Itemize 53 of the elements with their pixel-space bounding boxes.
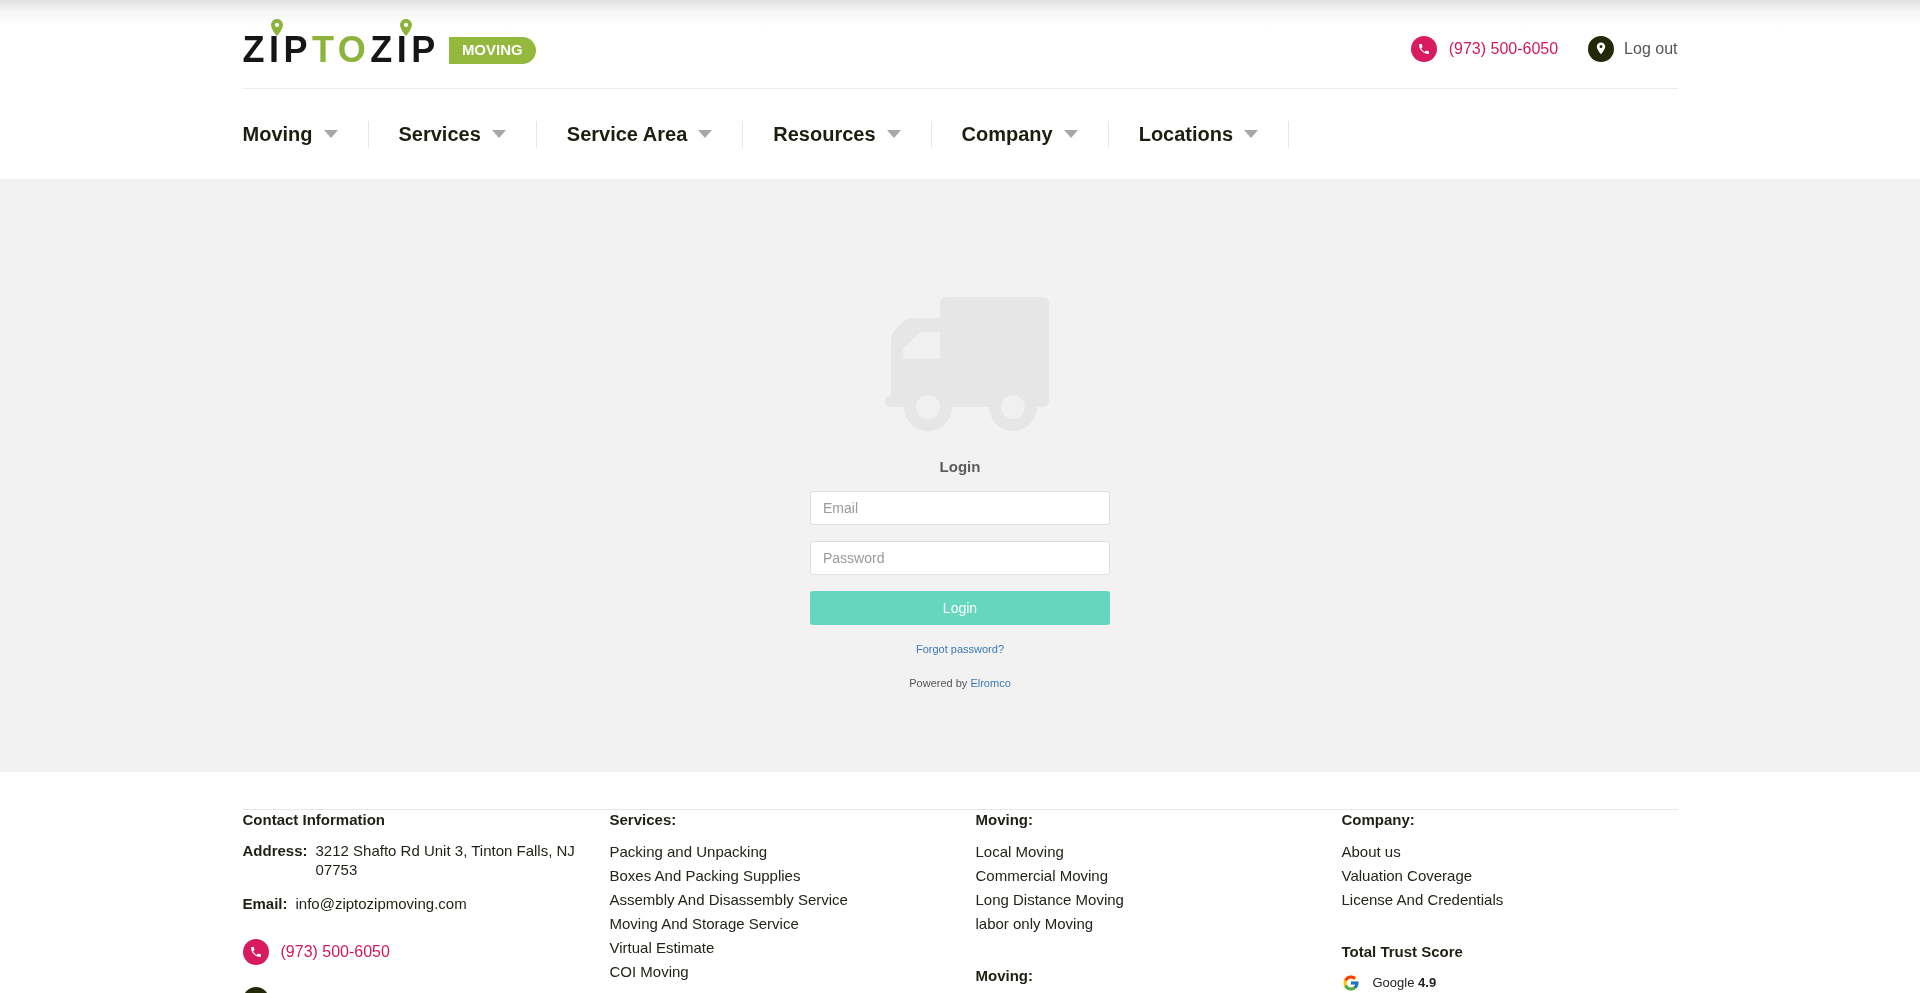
caret-down-icon [491, 130, 506, 138]
footer-link[interactable]: labor only Moving [975, 914, 1094, 934]
phone-icon [1410, 36, 1437, 62]
nav-menu-item[interactable]: Resources [773, 124, 901, 144]
phone-link[interactable]: (973) 500-6050 [1410, 36, 1559, 62]
footer-heading: Moving: [975, 810, 1034, 830]
contact-label: Email: [242, 894, 288, 913]
caret-down-icon [1063, 130, 1078, 138]
login-title: Login [939, 457, 981, 477]
nav-menu-item[interactable]: Company [961, 124, 1078, 144]
map-pin-icon [399, 19, 412, 36]
logout-link[interactable]: Log out [1588, 36, 1678, 62]
footer-link[interactable]: Assembly And Disassembly Service [609, 890, 848, 910]
caret-down-icon [323, 130, 338, 138]
footer-heading: Total Trust Score [1341, 942, 1464, 962]
footer-phone-link[interactable]: (973) 500-6050 [242, 939, 390, 965]
footer-link[interactable]: Packing and Unpacking [609, 842, 768, 862]
footer-link[interactable]: Boxes And Packing Supplies [609, 866, 801, 886]
footer-heading: Moving: [975, 966, 1034, 986]
footer-link[interactable]: Valuation Coverage [1341, 866, 1473, 886]
footer-link[interactable]: About us [1341, 842, 1401, 862]
contact-label: Address: [242, 841, 308, 860]
input-field[interactable]: Email [810, 491, 1110, 525]
footer-link[interactable]: License And Credentials [1341, 890, 1504, 910]
google-logo-icon [1341, 974, 1360, 992]
footer-link[interactable]: Local Moving [975, 842, 1064, 862]
footer-link[interactable]: Long Distance Moving [975, 890, 1124, 910]
footer-heading: Services: [609, 810, 678, 830]
forgot-password-link[interactable]: Forgot password? [915, 641, 1004, 657]
logo-text: ZIPTOZIP [242, 32, 440, 68]
footer-link[interactable]: Moving And Storage Service [609, 914, 799, 934]
review-score: Google 4.9 [1372, 974, 1437, 993]
elromco-link[interactable]: Elromco [970, 677, 1011, 689]
footer-heading: Company: [1341, 810, 1416, 830]
map-pin-icon [270, 19, 283, 36]
nav-menu-item[interactable]: Services [398, 124, 506, 144]
location-pin-icon [1588, 36, 1615, 62]
contact-value: 3212 Shafto Rd Unit 3, Tinton Falls, NJ 07753 [315, 841, 576, 879]
nav-menu-item[interactable]: Moving [242, 124, 338, 144]
phone-icon [242, 939, 269, 965]
caret-down-icon [698, 130, 713, 138]
footer-link[interactable]: Commercial Moving [975, 866, 1109, 886]
caret-down-icon [1244, 130, 1259, 138]
footer-link[interactable]: Virtual Estimate [609, 938, 715, 958]
caret-down-icon [886, 130, 901, 138]
input-field[interactable]: Password [810, 541, 1110, 575]
powered-by-text: Powered by Elromco [909, 676, 1011, 691]
logo-badge: MOVING [448, 36, 536, 64]
footer-link[interactable]: COI Moving [609, 962, 689, 982]
nav-menu-item[interactable]: Locations [1138, 124, 1259, 144]
contact-value: info@ziptozipmoving.com [295, 894, 468, 913]
nav-menu-item[interactable]: Service Area [566, 124, 713, 144]
footer-heading: Contact Information [242, 810, 386, 830]
